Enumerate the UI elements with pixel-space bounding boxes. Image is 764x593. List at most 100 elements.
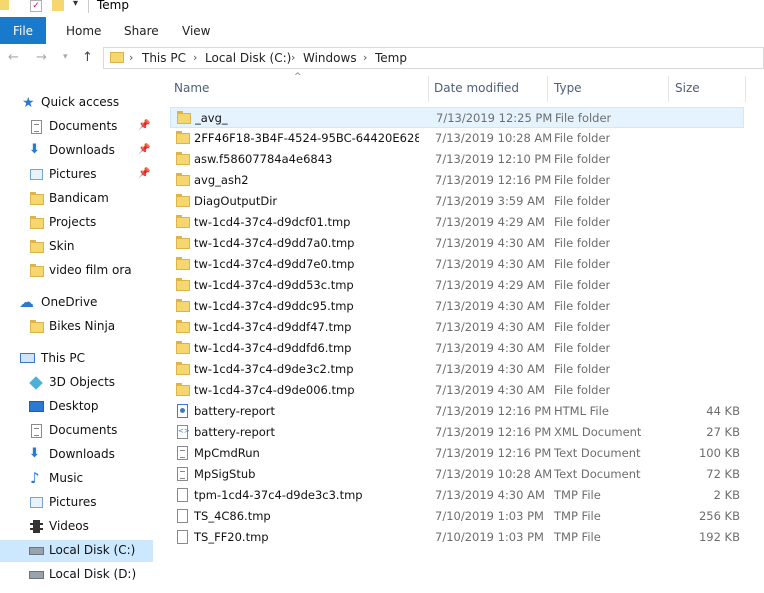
table-row[interactable]: tw-1cd4-37c4-d9ddc95.tmp 7/13/2019 4:30 A… bbox=[170, 296, 744, 317]
cloud-icon: ☁ bbox=[19, 293, 34, 311]
folder-icon bbox=[30, 240, 44, 253]
documents-icon bbox=[31, 120, 42, 134]
breadcrumb-this-pc[interactable]: This PC bbox=[142, 51, 186, 65]
folder-icon bbox=[110, 52, 124, 63]
table-row[interactable]: battery-report 7/13/2019 12:16 PMXML Docu… bbox=[170, 422, 744, 443]
sidebar-item-bandicam[interactable]: Bandicam bbox=[0, 188, 153, 210]
sidebar-item-projects[interactable]: Projects bbox=[0, 212, 153, 234]
tab-view[interactable]: View bbox=[182, 17, 210, 44]
sidebar-item-documents-pc[interactable]: Documents bbox=[0, 420, 153, 442]
pin-icon[interactable]: 📌 bbox=[138, 144, 150, 155]
column-header-name[interactable]: Name bbox=[174, 81, 209, 95]
table-row[interactable]: MpSigStub 7/13/2019 10:28 AM Text Document… bbox=[170, 464, 744, 485]
address-bar[interactable]: › This PC › Local Disk (C:) › Windows › … bbox=[103, 47, 764, 69]
sidebar-item-quick-access[interactable]: ★ Quick access bbox=[0, 92, 153, 114]
file-name: asw.f58607784a4e6843 bbox=[194, 152, 333, 166]
file-type: File folder bbox=[554, 341, 611, 355]
tab-share[interactable]: Share bbox=[124, 17, 159, 44]
table-row[interactable]: tw-1cd4-37c4-d9dd7e0.tmp 7/13/2019 4:30 A… bbox=[170, 254, 744, 275]
table-row[interactable]: battery-report 7/13/2019 12:16 PM HTML Fil… bbox=[170, 401, 744, 422]
sidebar-item-downloads[interactable]: ⬇ Downloads 📌 bbox=[0, 140, 153, 162]
breadcrumb-chevron-icon[interactable]: › bbox=[193, 51, 197, 64]
up-arrow-icon[interactable]: ↑ bbox=[82, 50, 93, 65]
file-date-modified: 7/10/2019 1:03 PM bbox=[435, 509, 544, 523]
folder-icon bbox=[176, 362, 190, 375]
sidebar-item-documents[interactable]: Documents 📌 bbox=[0, 116, 153, 138]
file-type: File folder bbox=[554, 131, 611, 145]
table-row[interactable]: TS_4C86.tmp 7/10/2019 1:03 PM TMP File 256 … bbox=[170, 506, 744, 527]
file-size: 256 KB bbox=[698, 509, 740, 523]
file-date-modified: 7/13/2019 4:29 AM bbox=[435, 215, 545, 229]
column-header-type[interactable]: Type bbox=[554, 81, 582, 95]
breadcrumb-temp[interactable]: Temp bbox=[375, 51, 407, 65]
sidebar-item-label: Downloads bbox=[49, 143, 115, 157]
properties-check-icon[interactable]: ✓ bbox=[30, 0, 42, 12]
new-folder-icon[interactable] bbox=[52, 0, 64, 11]
pin-icon[interactable]: 📌 bbox=[138, 168, 150, 179]
sidebar-item-bikes-ninja[interactable]: Bikes Ninja bbox=[0, 316, 153, 338]
documents-icon bbox=[31, 424, 42, 438]
table-row[interactable]: tw-1cd4-37c4-d9de3c2.tmp 7/13/2019 4:30 A… bbox=[170, 359, 744, 380]
file-date-modified: 7/13/2019 10:28 AM bbox=[435, 131, 553, 145]
sidebar-item-local-disk-c[interactable]: Local Disk (C:) bbox=[0, 540, 153, 562]
recent-locations-chevron-icon[interactable]: ▾ bbox=[63, 52, 68, 62]
folder-icon bbox=[30, 216, 44, 229]
file-date-modified: 7/13/2019 4:30 AM bbox=[435, 383, 545, 397]
breadcrumb-chevron-icon[interactable]: › bbox=[291, 51, 295, 64]
back-arrow-icon[interactable]: ← bbox=[8, 50, 19, 65]
sidebar-item-this-pc[interactable]: This PC bbox=[0, 348, 153, 370]
sidebar-item-video-film-ora[interactable]: video film ora bbox=[0, 260, 153, 282]
breadcrumb-windows[interactable]: Windows bbox=[303, 51, 357, 65]
sidebar-item-videos[interactable]: Videos bbox=[0, 516, 153, 538]
column-header-date-modified[interactable]: Date modified bbox=[434, 81, 519, 95]
table-row[interactable]: _avg_ 7/13/2019 12:25 PM File folder bbox=[170, 107, 744, 128]
pin-icon[interactable]: 📌 bbox=[138, 120, 150, 131]
breadcrumb-chevron-icon[interactable]: › bbox=[129, 51, 133, 64]
table-row[interactable]: tw-1cd4-37c4-d9ddf47.tmp 7/13/2019 4:30 A… bbox=[170, 317, 744, 338]
table-row[interactable]: tw-1cd4-37c4-d9ddfd6.tmp 7/13/2019 4:30 A… bbox=[170, 338, 744, 359]
sidebar-item-pictures-pc[interactable]: Pictures bbox=[0, 492, 153, 514]
table-row[interactable]: tw-1cd4-37c4-d9de006.tmp 7/13/2019 4:30 A… bbox=[170, 380, 744, 401]
sidebar-item-pictures[interactable]: Pictures 📌 bbox=[0, 164, 153, 186]
sidebar-item-skin[interactable]: Skin bbox=[0, 236, 153, 258]
table-row[interactable]: MpCmdRun 7/13/2019 12:16 PM Text Document 1… bbox=[170, 443, 744, 464]
column-divider[interactable] bbox=[745, 76, 746, 102]
table-row[interactable]: TS_FF20.tmp 7/10/2019 1:03 PM TMP File 192 … bbox=[170, 527, 744, 548]
breadcrumb-local-disk-c[interactable]: Local Disk (C:) bbox=[205, 51, 291, 65]
sidebar-item-downloads-pc[interactable]: ⬇ Downloads bbox=[0, 444, 153, 466]
sidebar-item-label: Skin bbox=[49, 239, 75, 253]
table-row[interactable]: asw.f58607784a4e6843 7/13/2019 12:10 PM Fi… bbox=[170, 149, 744, 170]
table-row[interactable]: tpm-1cd4-37c4-d9de3c3.tmp 7/13/2019 4:30 … bbox=[170, 485, 744, 506]
forward-arrow-icon[interactable]: → bbox=[36, 50, 47, 65]
column-divider[interactable] bbox=[668, 76, 669, 102]
sidebar-item-label: Pictures bbox=[49, 167, 97, 181]
sidebar-item-label: Local Disk (D:) bbox=[49, 567, 137, 581]
table-row[interactable]: DiagOutputDir 7/13/2019 3:59 AM File folde… bbox=[170, 191, 744, 212]
navigation-bar: ← → ▾ ↑ › This PC › Local Disk (C:) › Wi… bbox=[0, 44, 764, 72]
title-bar: ✓ ▾ Temp bbox=[0, 0, 764, 14]
file-name: tw-1cd4-37c4-d9ddc95.tmp bbox=[194, 299, 354, 313]
column-header-size[interactable]: Size bbox=[675, 81, 700, 95]
sidebar-item-desktop[interactable]: Desktop bbox=[0, 396, 153, 418]
ribbon-tabs: File Home Share View bbox=[0, 14, 764, 45]
folder-icon bbox=[0, 0, 9, 10]
table-row[interactable]: tw-1cd4-37c4-d9dd7a0.tmp 7/13/2019 4:30 A… bbox=[170, 233, 744, 254]
tab-home[interactable]: Home bbox=[66, 17, 101, 44]
column-divider[interactable] bbox=[547, 76, 548, 102]
sidebar-item-music[interactable]: ♪ Music bbox=[0, 468, 153, 490]
tab-file[interactable]: File bbox=[0, 17, 46, 44]
folder-icon bbox=[176, 320, 190, 333]
table-row[interactable]: tw-1cd4-37c4-d9dd53c.tmp 7/13/2019 4:29 A… bbox=[170, 275, 744, 296]
sidebar-item-3d-objects[interactable]: 3D Objects bbox=[0, 372, 153, 394]
breadcrumb-chevron-icon[interactable]: › bbox=[363, 51, 367, 64]
customize-toolbar-icon[interactable]: ▾ bbox=[73, 0, 78, 9]
sidebar-item-label: Downloads bbox=[49, 447, 115, 461]
table-row[interactable]: avg_ash2 7/13/2019 12:16 PM File folder bbox=[170, 170, 744, 191]
column-divider[interactable] bbox=[428, 76, 429, 102]
file-type: File folder bbox=[555, 111, 612, 125]
table-row[interactable]: tw-1cd4-37c4-d9dcf01.tmp 7/13/2019 4:29 A… bbox=[170, 212, 744, 233]
table-row[interactable]: 2FF46F18-3B4F-4524-95BC-64420E62870... 7/… bbox=[170, 128, 744, 149]
file-date-modified: 7/13/2019 12:10 PM bbox=[435, 152, 552, 166]
sidebar-item-local-disk-d[interactable]: Local Disk (D:) bbox=[0, 564, 153, 586]
sidebar-item-onedrive[interactable]: ☁ OneDrive bbox=[0, 292, 153, 314]
